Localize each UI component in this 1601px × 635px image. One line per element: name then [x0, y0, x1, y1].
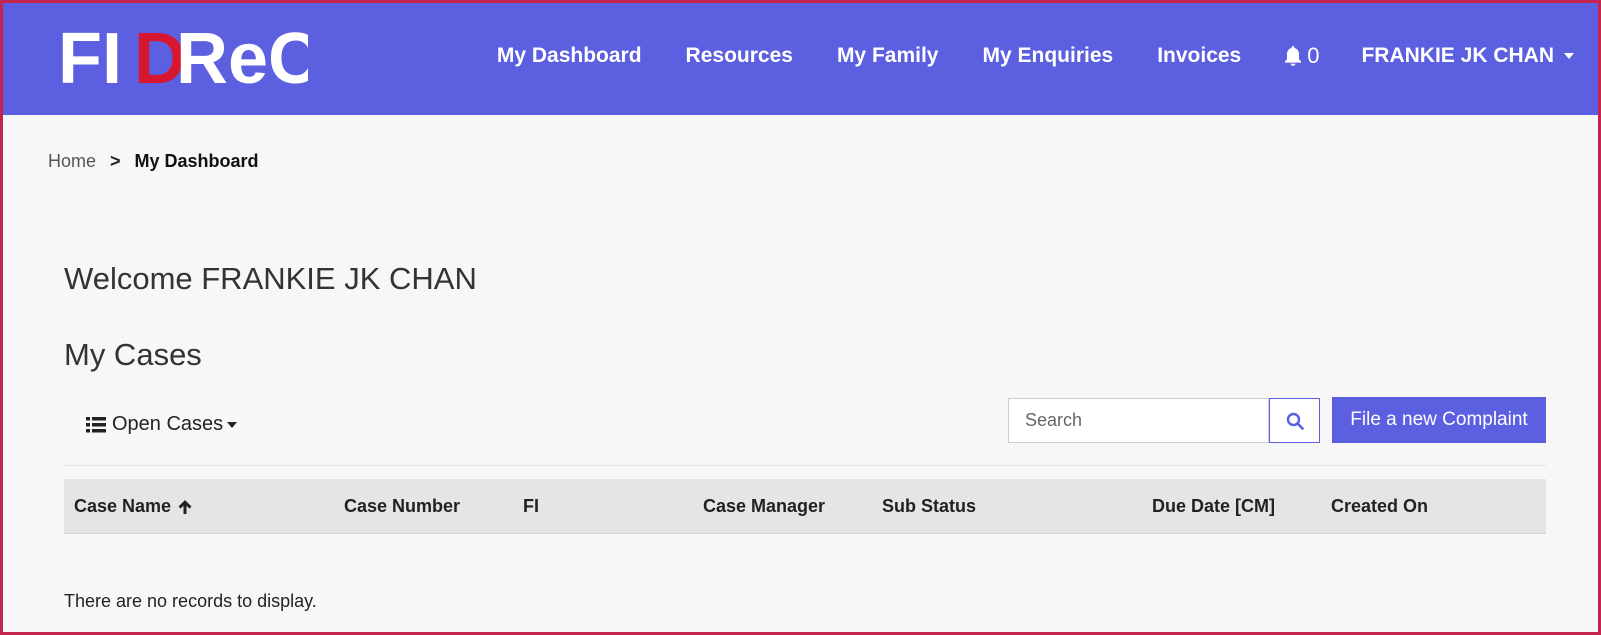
- column-created-on[interactable]: Created On: [1331, 479, 1428, 534]
- my-cases-heading: My Cases: [64, 337, 202, 372]
- column-fi[interactable]: FI: [523, 479, 539, 534]
- breadcrumb-separator: >: [110, 151, 121, 171]
- breadcrumb-current: My Dashboard: [134, 151, 259, 171]
- nav-my-enquiries[interactable]: My Enquiries: [982, 44, 1113, 68]
- bell-icon: [1285, 46, 1302, 66]
- column-label: Created On: [1331, 496, 1429, 516]
- user-menu[interactable]: FRANKIE JK CHAN: [1361, 44, 1574, 68]
- open-cases-label: Open Cases: [112, 413, 224, 435]
- cases-table-header: Case Name Case Number FI Case Manager Su…: [64, 479, 1546, 534]
- column-label: FI: [523, 496, 539, 516]
- breadcrumb-home[interactable]: Home: [48, 151, 96, 172]
- nav-my-dashboard[interactable]: My Dashboard: [497, 44, 642, 68]
- logo-text-fi: FI: [58, 21, 122, 91]
- notification-count: 0: [1307, 43, 1320, 68]
- user-name: FRANKIE JK CHAN: [1361, 44, 1554, 67]
- caret-down-icon: [1564, 53, 1574, 59]
- column-label: Case Manager: [703, 496, 826, 516]
- empty-table-message: There are no records to display.: [64, 591, 317, 611]
- column-label: Case Name: [74, 496, 172, 516]
- search-icon: [1286, 412, 1304, 430]
- nav-links: My Dashboard Resources My Family My Enqu…: [453, 3, 1598, 109]
- notifications-button[interactable]: 0: [1283, 43, 1319, 69]
- nav-my-family[interactable]: My Family: [837, 44, 939, 68]
- nav-resources[interactable]: Resources: [686, 44, 793, 68]
- column-due-date-cm[interactable]: Due Date [CM]: [1152, 479, 1275, 534]
- nav-invoices[interactable]: Invoices: [1157, 44, 1241, 68]
- breadcrumb: Home > My Dashboard: [48, 151, 259, 172]
- arrow-up-icon: [178, 499, 192, 514]
- welcome-heading: Welcome FRANKIE JK CHAN: [64, 261, 477, 296]
- section-divider: [64, 465, 1546, 466]
- column-label: Due Date [CM]: [1152, 496, 1276, 516]
- column-label: Sub Status: [882, 496, 977, 516]
- column-case-manager[interactable]: Case Manager: [703, 479, 825, 534]
- column-case-name[interactable]: Case Name: [74, 479, 193, 534]
- column-case-number[interactable]: Case Number: [344, 479, 460, 534]
- list-icon: [86, 416, 106, 432]
- column-sub-status[interactable]: Sub Status: [882, 479, 976, 534]
- search-input[interactable]: [1008, 398, 1269, 443]
- logo-text-rec: ReC: [176, 21, 308, 91]
- open-cases-dropdown[interactable]: Open Cases: [86, 413, 238, 436]
- file-new-complaint-button[interactable]: File a new Complaint: [1332, 397, 1546, 443]
- search-button[interactable]: [1269, 398, 1320, 443]
- column-label: Case Number: [344, 496, 461, 516]
- app-frame: FI D ReC My Dashboard Resources My Famil…: [0, 0, 1601, 635]
- fidrec-logo[interactable]: FI D ReC: [58, 21, 308, 91]
- top-navbar: FI D ReC My Dashboard Resources My Famil…: [3, 3, 1598, 115]
- caret-down-icon: [227, 421, 238, 428]
